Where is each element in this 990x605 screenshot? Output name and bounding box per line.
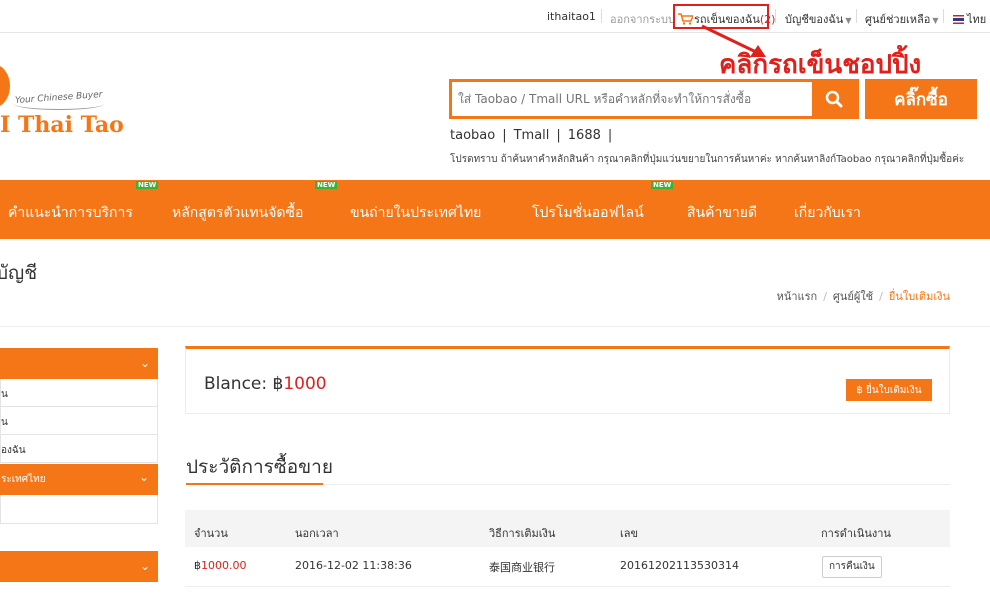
help-menu[interactable]: ศูนย์ช่วยเหลือ ▼ <box>865 10 939 28</box>
divider <box>0 326 990 327</box>
divider <box>856 9 857 23</box>
new-badge: NEW <box>315 181 338 189</box>
sidebar-item[interactable]: องฉัน <box>0 435 158 463</box>
nav-item-best-sellers[interactable]: สินค้าขายดี <box>687 202 757 224</box>
chevron-down-icon: ⌄ <box>138 470 149 484</box>
language-label: ไทย <box>967 13 987 26</box>
breadcrumb: หน้าแรก / ศูนย์ผู้ใช้ / ยื่นใบเติมเงิน <box>776 290 950 303</box>
quick-links: taobao | Tmall | 1688 | <box>450 128 613 143</box>
search-button[interactable] <box>812 82 856 116</box>
divider <box>943 9 944 23</box>
balance-amount: 1000 <box>283 374 327 394</box>
cell-number: 20161202113530314 <box>620 559 739 572</box>
table-header: จำนวน นอกเวลา วิธีการเติมเงิน เลข การดำเ… <box>185 510 950 547</box>
sidebar-item[interactable]: น <box>0 407 158 435</box>
balance-label: Blance: ฿1000 <box>204 374 327 394</box>
cell-amount: ฿1000.00 <box>194 559 247 572</box>
table-row: ฿1000.00 2016-12-02 11:38:36 泰国商业银行 2016… <box>185 547 950 587</box>
divider <box>775 9 776 23</box>
sidebar-section-header[interactable]: ⌄ <box>0 348 158 379</box>
language-menu[interactable]: ไทย <box>953 10 986 28</box>
search-bar <box>449 79 859 119</box>
column-header-action: การดำเนินงาน <box>821 527 891 540</box>
quick-link-1688[interactable]: 1688 <box>568 128 601 143</box>
nav-item-service-guide[interactable]: คำแนะนำการบริการ <box>8 202 133 224</box>
sidebar-item[interactable]: น <box>0 379 158 407</box>
nav-item-agent-course[interactable]: หลักสูตรตัวแทนจัดซื้อ <box>172 202 303 224</box>
breadcrumb-user-center[interactable]: ศูนย์ผู้ใช้ <box>833 290 873 303</box>
logo-name: Thai Tao <box>17 112 124 138</box>
search-icon <box>825 90 843 108</box>
chevron-down-icon: ⌄ <box>139 559 150 573</box>
new-badge: NEW <box>651 181 674 189</box>
sidebar-item-active[interactable]: ระเทศไทย ⌄ <box>0 464 158 495</box>
column-header-method: วิธีการเติมเงิน <box>489 527 556 540</box>
chevron-down-icon: ▼ <box>845 16 852 25</box>
quick-link-taobao[interactable]: taobao <box>450 128 495 143</box>
breadcrumb-home[interactable]: หน้าแรก <box>777 290 818 303</box>
history-title: ประวัติการซื้อขาย <box>186 456 333 478</box>
logo-mark <box>0 64 10 108</box>
main-nav: คำแนะนำการบริการ NEW หลักสูตรตัวแทนจัดซื… <box>0 180 990 239</box>
column-header-amount: จำนวน <box>194 527 228 540</box>
buy-button[interactable]: คลิ๊กซื้อ <box>865 79 977 119</box>
column-header-number: เลข <box>620 527 639 540</box>
cell-time: 2016-12-02 11:38:36 <box>295 559 412 572</box>
sidebar-item-label: ระเทศไทย <box>1 474 46 485</box>
logo[interactable]: I Thai Tao <box>0 112 124 138</box>
page: ithaitao1 ออกจากระบบ รถเข็นของฉัน(2) บัญ… <box>0 0 990 605</box>
username-link[interactable]: ithaitao1 <box>547 10 596 23</box>
help-label: ศูนย์ช่วยเหลือ <box>865 13 931 26</box>
column-header-time: นอกเวลา <box>295 527 339 540</box>
page-title: บัญชี <box>0 262 38 284</box>
account-menu[interactable]: บัญชีของฉัน ▼ <box>785 10 852 28</box>
account-label: บัญชีของฉัน <box>785 13 844 26</box>
chevron-down-icon: ⌄ <box>139 356 150 370</box>
nav-item-about-us[interactable]: เกี่ยวกับเรา <box>794 202 861 224</box>
balance-panel: Blance: ฿1000 <box>185 346 950 414</box>
nav-item-thai-shipping[interactable]: ขนถ่ายในประเทศไทย <box>350 202 481 224</box>
search-input[interactable] <box>452 82 808 116</box>
logout-link[interactable]: ออกจากระบบ <box>610 10 675 28</box>
search-notice: โปรดทราบ ถ้าค้นหาคำหลักสินค้า กรุณาคลิกท… <box>450 154 965 165</box>
chevron-down-icon: ▼ <box>932 16 939 25</box>
withdraw-button[interactable]: ฿ ยื่นใบเติมเงิน <box>846 379 932 401</box>
nav-item-offline-promo[interactable]: โปรโมชั่นออฟไลน์ <box>532 202 644 224</box>
new-badge: NEW <box>136 181 159 189</box>
history-title-underline <box>186 483 323 485</box>
sidebar-item[interactable] <box>0 495 158 524</box>
cart-icon <box>678 13 695 25</box>
top-bar: ithaitao1 ออกจากระบบ รถเข็นของฉัน(2) บัญ… <box>0 0 990 33</box>
quick-link-tmall[interactable]: Tmall <box>514 128 550 143</box>
thai-flag-icon <box>953 15 964 24</box>
divider <box>601 9 602 23</box>
breadcrumb-current: ยื่นใบเติมเงิน <box>888 290 950 303</box>
refund-button[interactable]: การคืนเงิน <box>822 556 882 578</box>
cell-method: 泰国商业银行 <box>489 561 555 574</box>
sidebar-section-header[interactable]: ⌄ <box>0 551 158 582</box>
